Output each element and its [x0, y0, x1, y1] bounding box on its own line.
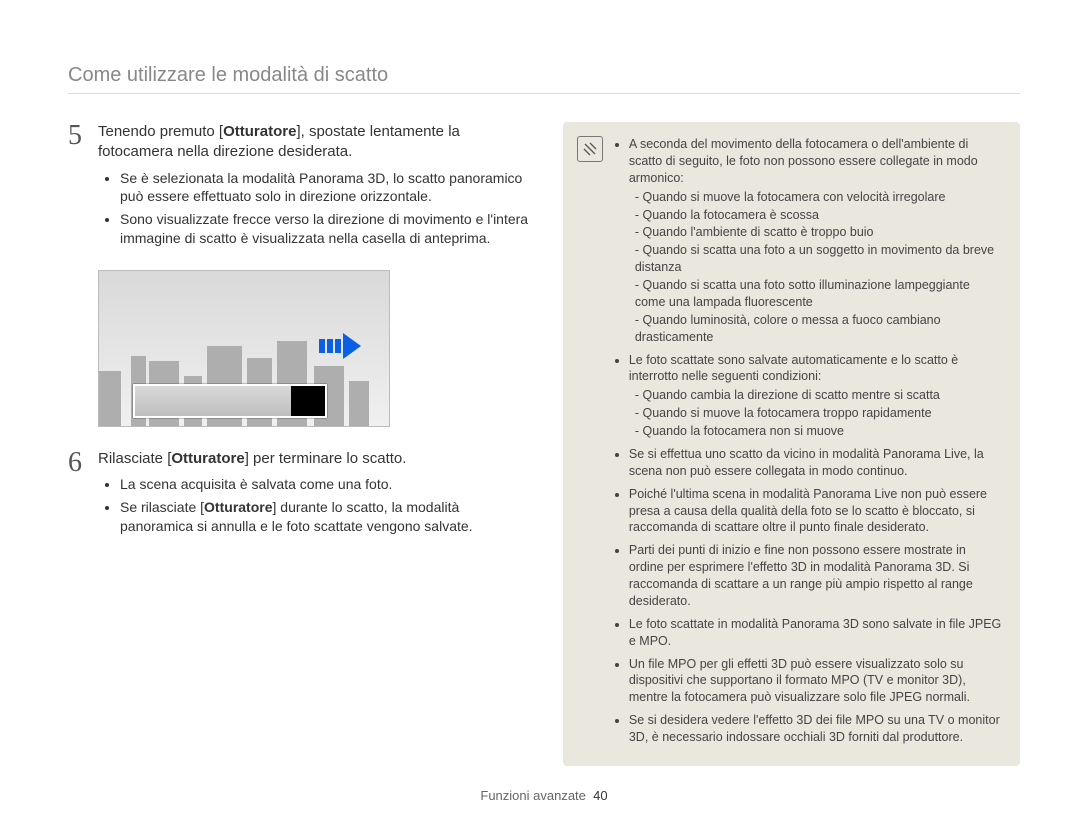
note-item: Parti dei punti di inizio e fine non pos…: [629, 542, 1002, 610]
step-number: 6: [68, 449, 98, 548]
note-box: A seconda del movimento della fotocamera…: [563, 122, 1020, 766]
step-6: 6 Rilasciate [Otturatore] per terminare …: [68, 449, 535, 548]
progress-strip: [133, 384, 327, 418]
note-dash: Quando si muove la fotocamera con veloci…: [635, 189, 1002, 206]
lead-text: Tenendo premuto [: [98, 123, 223, 140]
note-dash: Quando la fotocamera è scossa: [635, 207, 1002, 224]
note-item: Un file MPO per gli effetti 3D può esser…: [629, 656, 1002, 707]
page-footer: Funzioni avanzate 40: [68, 788, 1020, 803]
lead-text: ] per terminare lo scatto.: [245, 450, 407, 467]
notes-list: A seconda del movimento della fotocamera…: [615, 136, 1002, 746]
page-title: Come utilizzare le modalità di scatto: [68, 64, 1020, 94]
note-icon: [577, 136, 603, 162]
shutter-label: Otturatore: [223, 123, 296, 140]
shutter-label: Otturatore: [171, 450, 244, 467]
left-column: 5 Tenendo premuto [Otturatore], spostate…: [68, 122, 535, 766]
step-5: 5 Tenendo premuto [Otturatore], spostate…: [68, 122, 535, 260]
note-dash: Quando si scatta una foto a un soggetto …: [635, 242, 1002, 276]
note-item: Poiché l'ultima scena in modalità Panora…: [629, 486, 1002, 537]
bullet-text: Se rilasciate [: [120, 499, 204, 515]
note-item: Le foto scattate sono salvate automatica…: [629, 352, 1002, 440]
bullet: Se rilasciate [Otturatore] durante lo sc…: [120, 498, 535, 536]
lead-text: Rilasciate [: [98, 450, 171, 467]
step-lead: Rilasciate [Otturatore] per terminare lo…: [98, 449, 535, 469]
note-dash: Quando l'ambiente di scatto è troppo bui…: [635, 224, 1002, 241]
note-text: Le foto scattate sono salvate automatica…: [629, 353, 958, 384]
step-lead: Tenendo premuto [Otturatore], spostate l…: [98, 122, 535, 163]
bullet: Sono visualizzate frecce verso la direzi…: [120, 210, 535, 248]
direction-arrow-icon: [319, 333, 361, 364]
note-dash: Quando cambia la direzione di scatto men…: [635, 387, 1002, 404]
right-column: A seconda del movimento della fotocamera…: [563, 122, 1020, 766]
bullet: La scena acquisita è salvata come una fo…: [120, 475, 535, 494]
step-bullets: Se è selezionata la modalità Panorama 3D…: [100, 169, 535, 249]
page-number: 40: [593, 788, 607, 803]
note-item: Se si desidera vedere l'effetto 3D dei f…: [629, 712, 1002, 746]
step-bullets: La scena acquisita è salvata come una fo…: [100, 475, 535, 536]
shutter-label: Otturatore: [204, 499, 272, 515]
step-number: 5: [68, 122, 98, 260]
note-item: Le foto scattate in modalità Panorama 3D…: [629, 616, 1002, 650]
note-item: A seconda del movimento della fotocamera…: [629, 136, 1002, 346]
footer-section: Funzioni avanzate: [480, 788, 586, 803]
note-dash: Quando la fotocamera non si muove: [635, 423, 1002, 440]
note-item: Se si effettua uno scatto da vicino in m…: [629, 446, 1002, 480]
note-text: A seconda del movimento della fotocamera…: [629, 137, 978, 185]
note-dash: Quando luminosità, colore o messa a fuoc…: [635, 312, 1002, 346]
bullet: Se è selezionata la modalità Panorama 3D…: [120, 169, 535, 207]
note-dash: Quando si muove la fotocamera troppo rap…: [635, 405, 1002, 422]
note-dash: Quando si scatta una foto sotto illumina…: [635, 277, 1002, 311]
panorama-preview: [98, 270, 390, 427]
